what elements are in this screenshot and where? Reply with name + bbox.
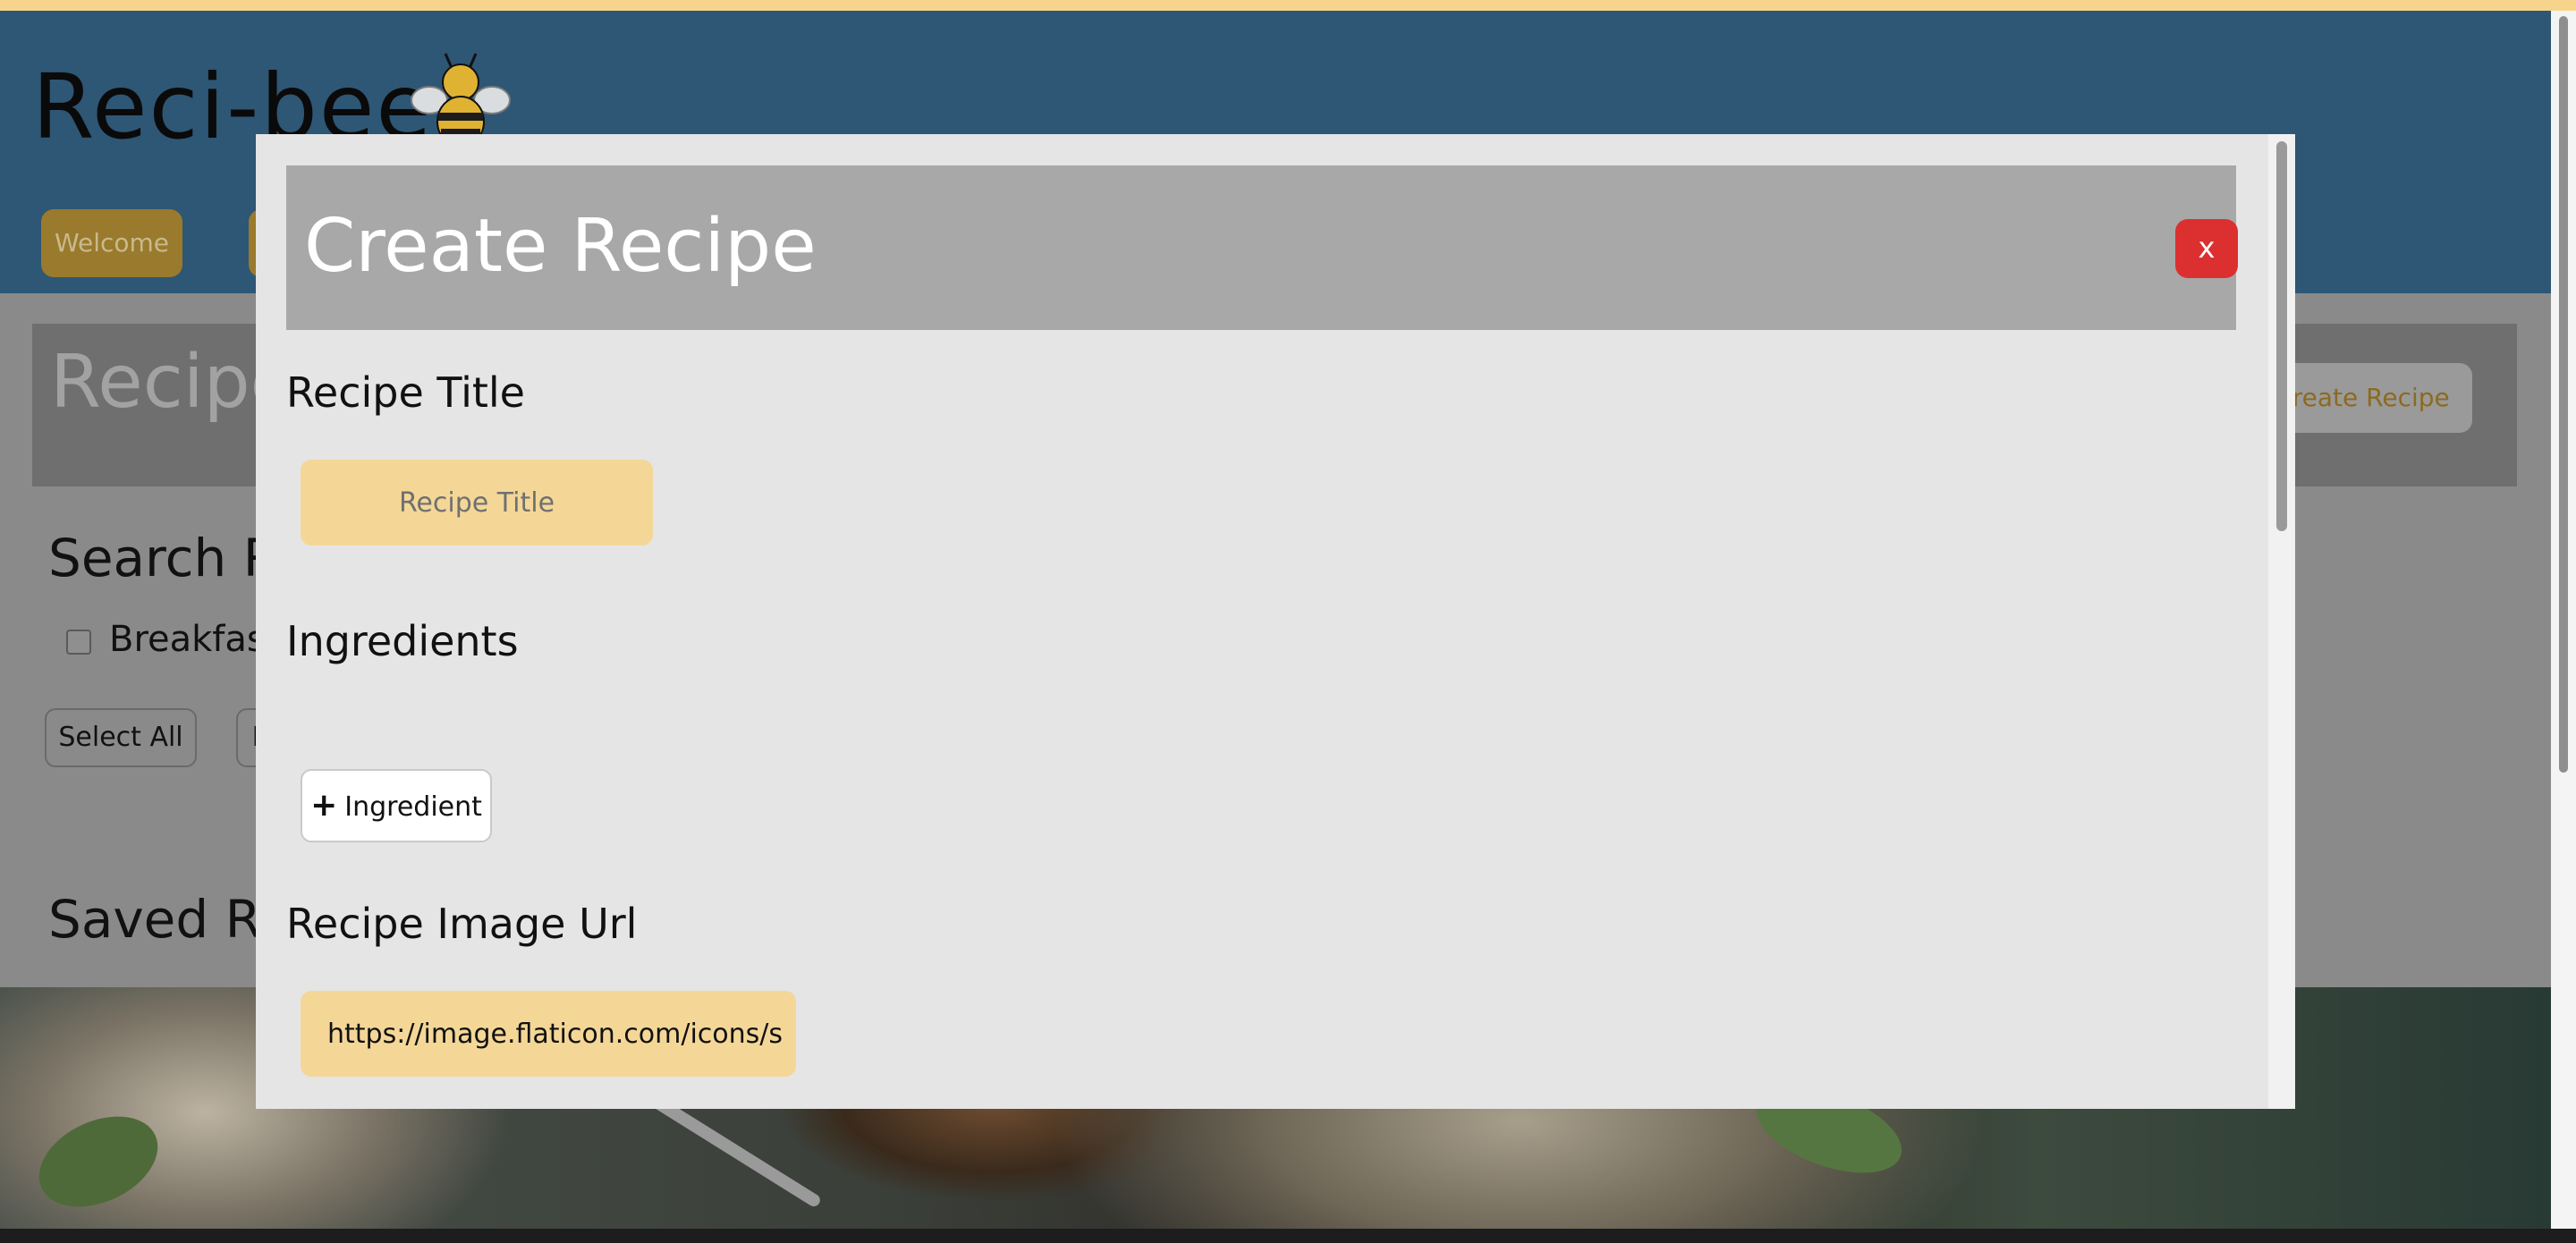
page-scrollbar[interactable] (2551, 11, 2576, 1229)
breakfast-checkbox-label: Breakfas (109, 619, 266, 660)
select-all-button[interactable]: Select All (45, 708, 197, 767)
top-accent-strip (0, 0, 2576, 11)
photo-leaf (24, 1098, 173, 1225)
recipe-title-label: Recipe Title (286, 368, 525, 417)
create-recipe-modal: Create Recipe x Recipe Title Ingredients… (256, 134, 2295, 1109)
breakfast-checkbox[interactable] (66, 630, 91, 655)
recipe-image-url-label: Recipe Image Url (286, 900, 638, 948)
modal-scrollbar[interactable] (2268, 134, 2295, 1109)
bottom-bar (0, 1229, 2576, 1243)
close-button[interactable]: x (2175, 219, 2238, 278)
modal-title: Create Recipe (304, 204, 817, 289)
modal-header: Create Recipe x (286, 165, 2238, 330)
page-scrollbar-thumb[interactable] (2559, 16, 2568, 773)
recipe-title-input[interactable] (301, 460, 653, 545)
modal-scrollbar-thumb[interactable] (2276, 141, 2287, 531)
saved-recipes-heading: Saved Re (48, 889, 291, 950)
recipe-image-url-input[interactable] (301, 991, 796, 1077)
nav-welcome-button[interactable]: Welcome (41, 209, 182, 277)
plus-icon: + (310, 787, 338, 824)
add-ingredient-button[interactable]: + Ingredient (301, 769, 492, 842)
add-ingredient-label: Ingredient (344, 791, 482, 823)
search-heading: Search R (48, 528, 279, 588)
ingredients-label: Ingredients (286, 617, 519, 665)
